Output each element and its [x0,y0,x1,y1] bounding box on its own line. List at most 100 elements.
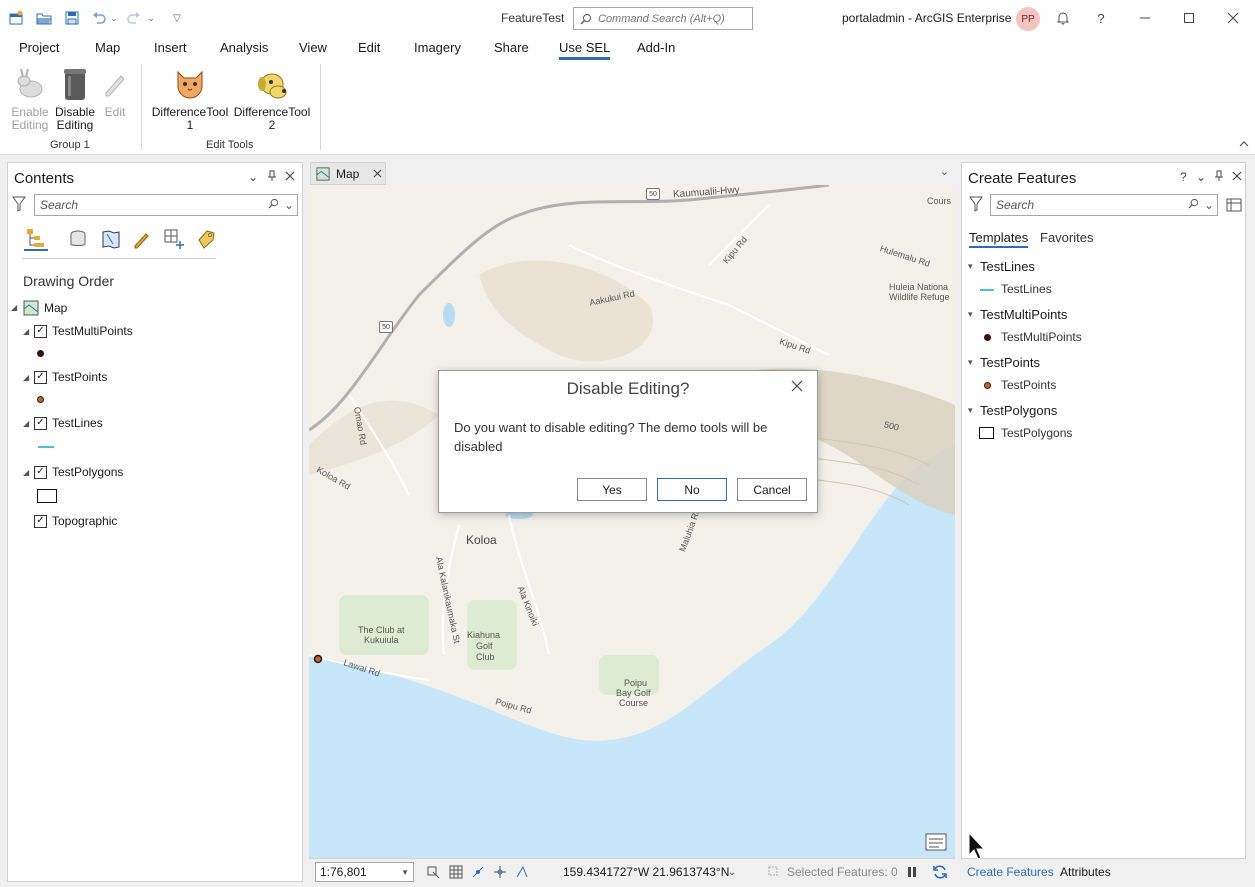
notifications-bell-icon[interactable] [1052,8,1074,28]
toc-layer-testlines[interactable]: ✓ TestLines [34,416,103,430]
map-test-point[interactable] [313,654,323,664]
undo-icon[interactable] [90,9,108,27]
template-item-testlines[interactable]: TestLines [1001,282,1052,296]
new-project-icon[interactable] [7,9,25,27]
snapping-icon[interactable] [162,227,186,251]
expand-triangle-icon[interactable]: ◢ [23,373,29,382]
collapse-ribbon-icon[interactable] [1239,138,1249,152]
help-icon[interactable]: ? [1180,170,1187,184]
template-item-testpolygons[interactable]: TestPolygons [1001,426,1072,440]
template-group-testpolygons[interactable]: TestPolygons [980,403,1057,418]
map-view-tab[interactable]: Map [310,162,386,185]
pane-options-icon[interactable]: ⌄ [248,170,258,184]
layer-visibility-checkbox[interactable]: ✓ [34,370,47,384]
tab-view[interactable]: View [299,40,327,55]
selection-view-icon[interactable] [99,227,123,251]
tab-imagery[interactable]: Imagery [414,40,461,55]
tab-templates[interactable]: Templates [969,230,1029,248]
collapse-triangle-icon[interactable]: ▾ [968,261,973,272]
expand-triangle-icon[interactable]: ◢ [11,303,17,312]
collapse-triangle-icon[interactable]: ▾ [968,405,973,416]
open-project-icon[interactable] [35,9,53,27]
chevron-down-icon[interactable]: ⌄ [1201,198,1217,212]
toc-map[interactable]: Map [23,300,67,316]
command-search-input[interactable]: Command Search (Alt+Q) [573,7,753,30]
templates-search-input[interactable]: Search ⌄ [990,194,1218,216]
template-group-testmultipoints[interactable]: TestMultiPoints [980,307,1067,322]
help-button[interactable]: ? [1090,8,1112,28]
layer-visibility-checkbox[interactable]: ✓ [34,465,47,479]
no-button[interactable]: No [657,478,727,501]
snapping-toggle-icon[interactable] [469,863,487,881]
layer-visibility-checkbox[interactable]: ✓ [34,416,47,430]
edit-pencil-icon[interactable] [130,227,154,251]
chevron-down-icon[interactable]: ⌄ [281,198,297,212]
fixed-zoom-icon[interactable] [424,863,442,881]
map-view[interactable]: Kaumualii-Hwy 50 50 Aakukui Rd Kipu Rd K… [309,185,955,858]
contents-search-input[interactable]: Search ⌄ [34,194,298,216]
correction-icon[interactable] [513,863,531,881]
template-group-testpoints[interactable]: TestPoints [980,355,1040,370]
manage-templates-icon[interactable] [1226,197,1242,216]
tab-use-sel[interactable]: Use SEL [559,40,611,60]
template-group-testlines[interactable]: TestLines [980,259,1035,274]
yes-button[interactable]: Yes [577,478,647,501]
data-source-icon[interactable] [66,227,90,251]
avatar[interactable]: PP [1016,7,1040,31]
tab-add-in[interactable]: Add-In [637,40,675,55]
close-pane-icon[interactable] [285,170,295,184]
close-dialog-icon[interactable] [791,379,803,397]
cancel-button[interactable]: Cancel [737,478,807,501]
layer-visibility-checkbox[interactable]: ✓ [34,514,47,528]
pause-icon[interactable] [903,863,921,881]
difference-tool-1-button[interactable]: DifferenceTool 1 [150,66,230,132]
redo-dropdown-icon[interactable]: ⌄ [145,9,157,27]
tab-list-chevron-icon[interactable]: ⌄ [940,165,949,178]
expand-triangle-icon[interactable]: ◢ [23,419,29,428]
close-tab-icon[interactable] [373,167,382,181]
toc-layer-topographic[interactable]: ✓ Topographic [34,514,117,528]
constraints-icon[interactable] [491,863,509,881]
template-item-testpoints[interactable]: TestPoints [1001,378,1056,392]
expand-triangle-icon[interactable]: ◢ [23,327,29,336]
tab-analysis[interactable]: Analysis [220,40,268,55]
labeling-icon[interactable] [194,227,218,251]
chevron-down-icon[interactable]: ▼ [401,868,409,877]
tab-insert[interactable]: Insert [154,40,187,55]
pane-options-icon[interactable]: ⌄ [1196,170,1206,184]
refresh-icon[interactable] [931,863,949,881]
tab-share[interactable]: Share [494,40,529,55]
portal-label[interactable]: portaladmin - ArcGIS Enterprise [842,11,1011,25]
collapse-triangle-icon[interactable]: ▾ [968,309,973,320]
save-project-icon[interactable] [63,9,81,27]
drawing-order-icon[interactable] [24,227,48,251]
collapse-triangle-icon[interactable]: ▾ [968,357,973,368]
scale-selector[interactable]: 1:76,801 ▼ [315,862,414,882]
difference-tool-2-button[interactable]: DifferenceTool 2 [232,66,312,132]
selected-features-count[interactable]: Selected Features: 0 [787,865,898,879]
close-window-icon[interactable] [1222,8,1244,28]
tab-create-features[interactable]: Create Features [967,865,1054,879]
expand-triangle-icon[interactable]: ◢ [23,468,29,477]
maximize-icon[interactable] [1178,8,1200,28]
map-overview-icon[interactable] [925,833,947,854]
disable-editing-button[interactable]: Disable Editing [53,66,97,132]
toc-layer-testmultipoints[interactable]: ✓ TestMultiPoints [34,324,133,338]
layer-visibility-checkbox[interactable]: ✓ [34,324,47,338]
customize-toolbar-icon[interactable]: ▽ [168,9,186,27]
close-pane-icon[interactable] [1232,170,1242,184]
toc-layer-testpoints[interactable]: ✓ TestPoints [34,370,107,384]
edit-button[interactable]: Edit [100,66,130,119]
pin-icon[interactable] [1214,170,1224,185]
chevron-down-icon[interactable]: ⌄ [723,863,741,881]
tab-project[interactable]: Project [19,40,59,55]
undo-dropdown-icon[interactable]: ⌄ [108,9,120,27]
template-item-testmultipoints[interactable]: TestMultiPoints [1001,330,1082,344]
enable-editing-button[interactable]: Enable Editing [8,66,52,132]
pin-icon[interactable] [267,170,277,185]
filter-icon[interactable] [969,196,983,215]
toc-layer-testpolygons[interactable]: ✓ TestPolygons [34,465,123,479]
grid-icon[interactable] [447,863,465,881]
tab-attributes[interactable]: Attributes [1060,865,1111,879]
tab-edit[interactable]: Edit [358,40,380,55]
